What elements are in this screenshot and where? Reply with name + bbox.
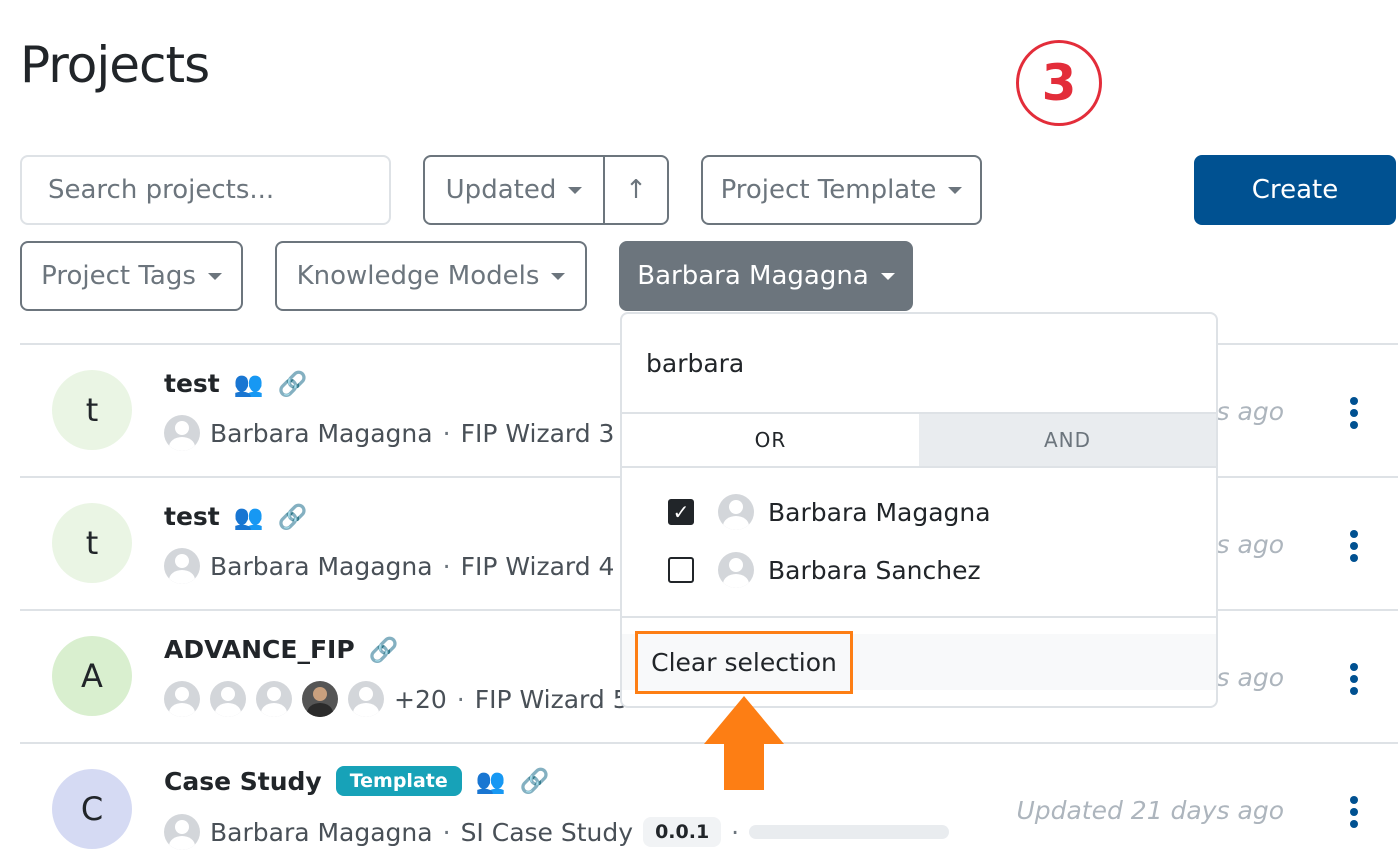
checkbox-checked-icon[interactable]: ✓	[668, 499, 694, 525]
user-avatar-icon	[164, 681, 200, 717]
project-title-line: test 👥 🔗	[164, 502, 308, 531]
project-avatar: C	[52, 769, 132, 849]
sort-field-button[interactable]: Updated	[425, 157, 605, 223]
project-meta: Barbara Magagna · FIP Wizard 4	[164, 548, 614, 584]
more-options-icon[interactable]	[1350, 530, 1358, 562]
project-initial: t	[85, 391, 99, 429]
arrow-up-indicator-icon	[704, 696, 784, 790]
project-avatar: A	[52, 636, 132, 716]
user-option[interactable]: ✓ Barbara Magagna	[668, 492, 991, 532]
project-avatar: t	[52, 370, 132, 450]
project-meta: Barbara Magagna · SI Case Study 0.0.1 ·	[164, 814, 950, 850]
project-template: SI Case Study	[460, 817, 634, 847]
project-title[interactable]: ADVANCE_FIP	[164, 635, 355, 664]
checkbox-icon[interactable]	[668, 557, 694, 583]
search-input[interactable]: Search projects...	[20, 155, 391, 225]
sort-control: Updated ↑	[423, 155, 669, 225]
user-avatar-icon	[164, 548, 200, 584]
caret-down-icon	[551, 272, 566, 280]
create-button[interactable]: Create	[1194, 155, 1396, 225]
step-badge: 3	[1016, 40, 1102, 126]
page-title: Projects	[20, 36, 210, 94]
user-photo-icon	[302, 681, 338, 717]
caret-down-icon	[880, 272, 895, 280]
project-template-filter-label: Project Template	[720, 175, 937, 205]
user-option-label: Barbara Sanchez	[768, 555, 981, 585]
user-avatar-icon	[164, 814, 200, 850]
create-button-label: Create	[1251, 175, 1339, 205]
caret-down-icon	[207, 272, 222, 280]
user-search-value: barbara	[646, 348, 745, 378]
user-filter-button[interactable]: Barbara Magagna	[619, 241, 913, 311]
divider	[622, 616, 1216, 618]
sort-field-label: Updated	[445, 175, 557, 205]
user-search-input[interactable]: barbara	[622, 314, 1216, 414]
tab-or[interactable]: OR	[622, 414, 919, 466]
link-icon: 🔗	[519, 767, 550, 795]
user-option[interactable]: Barbara Sanchez	[668, 550, 981, 590]
clear-selection-label: Clear selection	[651, 648, 837, 677]
project-initial: C	[80, 790, 104, 828]
project-meta: Barbara Magagna · FIP Wizard 3	[164, 415, 614, 451]
caret-down-icon	[568, 186, 583, 194]
template-badge: Template	[335, 766, 462, 796]
project-title[interactable]: test	[164, 502, 220, 531]
operator-tabs: OR AND	[622, 414, 1216, 468]
users-icon: 👥	[233, 502, 264, 531]
separator: ·	[442, 418, 451, 448]
separator: ·	[456, 684, 465, 714]
users-icon: 👥	[475, 767, 506, 795]
user-filter-label: Barbara Magagna	[637, 261, 869, 291]
version-badge: 0.0.1	[643, 817, 722, 847]
project-initial: A	[81, 657, 103, 695]
user-avatar-icon	[718, 552, 754, 588]
separator: ·	[442, 551, 451, 581]
project-owner: Barbara Magagna	[210, 418, 433, 448]
project-owner: Barbara Magagna	[210, 817, 433, 847]
users-icon: 👥	[233, 369, 264, 398]
knowledge-models-filter[interactable]: Knowledge Models	[275, 241, 587, 311]
project-meta: +20 · FIP Wizard 5	[164, 681, 629, 717]
project-tags-filter[interactable]: Project Tags	[20, 241, 243, 311]
user-avatar-icon	[348, 681, 384, 717]
updated-time: Updated 21 days ago	[1016, 796, 1284, 825]
user-avatar-icon	[256, 681, 292, 717]
project-avatar: t	[52, 503, 132, 583]
project-initial: t	[85, 524, 99, 562]
search-placeholder: Search projects...	[48, 175, 275, 205]
progress-bar	[749, 825, 950, 839]
link-icon: 🔗	[277, 502, 308, 531]
caret-down-icon	[948, 186, 963, 194]
project-owner: Barbara Magagna	[210, 551, 433, 581]
project-template: FIP Wizard 5	[474, 684, 629, 714]
project-template-filter[interactable]: Project Template	[701, 155, 982, 225]
link-icon: 🔗	[277, 369, 308, 398]
project-title-line: ADVANCE_FIP 🔗	[164, 635, 399, 664]
project-tags-filter-label: Project Tags	[41, 261, 196, 291]
clear-selection-button[interactable]: Clear selection	[635, 631, 853, 694]
tab-and[interactable]: AND	[919, 414, 1216, 466]
more-options-icon[interactable]	[1350, 663, 1358, 695]
arrow-up-icon: ↑	[625, 175, 647, 205]
knowledge-models-filter-label: Knowledge Models	[296, 261, 540, 291]
user-avatar-icon	[718, 494, 754, 530]
more-options-icon[interactable]	[1350, 397, 1358, 429]
more-options-icon[interactable]	[1350, 796, 1358, 828]
project-title[interactable]: Case Study	[164, 767, 322, 796]
project-title-line: Case Study Template 👥 🔗	[164, 766, 550, 796]
link-icon: 🔗	[368, 635, 399, 664]
separator: ·	[731, 817, 740, 847]
project-template: FIP Wizard 3	[460, 418, 615, 448]
user-avatar-icon	[164, 415, 200, 451]
extra-users-count: +20	[394, 684, 447, 714]
project-title[interactable]: test	[164, 369, 220, 398]
separator: ·	[442, 817, 451, 847]
sort-direction-button[interactable]: ↑	[605, 157, 667, 223]
project-title-line: test 👥 🔗	[164, 369, 308, 398]
user-avatar-icon	[210, 681, 246, 717]
user-option-label: Barbara Magagna	[768, 497, 991, 527]
project-template: FIP Wizard 4	[460, 551, 615, 581]
